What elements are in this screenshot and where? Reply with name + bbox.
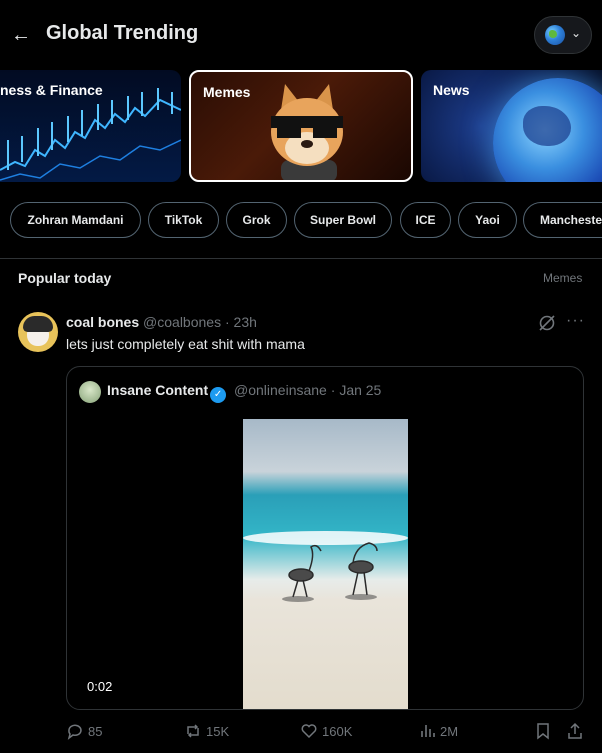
earth-globe-image bbox=[493, 78, 602, 182]
doge-meme-image bbox=[271, 84, 343, 180]
view-count: 2M bbox=[440, 724, 459, 739]
author-handle[interactable]: @coalbones bbox=[143, 314, 221, 330]
heart-icon bbox=[301, 724, 317, 739]
repost-icon bbox=[187, 724, 199, 738]
views-button[interactable]: 2M bbox=[418, 722, 458, 740]
quoted-post-header: Insane Content ✓ @onlineinsane · Jan 25 bbox=[107, 382, 381, 403]
author-name[interactable]: coal bones bbox=[66, 314, 139, 330]
verified-badge-icon: ✓ bbox=[210, 387, 227, 403]
category-label: News bbox=[433, 82, 470, 98]
topic-chip[interactable]: Grok bbox=[226, 202, 287, 238]
reply-button[interactable]: 85 bbox=[66, 722, 102, 740]
share-button[interactable] bbox=[566, 722, 588, 740]
region-selector-button[interactable]: ⌄ bbox=[534, 16, 592, 54]
divider bbox=[0, 258, 602, 259]
category-label: Memes bbox=[203, 84, 251, 100]
like-count: 160K bbox=[322, 724, 353, 739]
author-handle[interactable]: @onlineinsane bbox=[234, 382, 327, 398]
post-actions: 85 15K 160K 2M bbox=[66, 722, 592, 744]
bar-chart-icon bbox=[421, 725, 435, 737]
grok-icon[interactable] bbox=[538, 314, 556, 332]
category-card-memes[interactable]: Memes bbox=[189, 70, 413, 182]
post-header: coal bones @coalbones · 23h bbox=[66, 314, 257, 330]
topic-chip[interactable]: Mancheste bbox=[523, 202, 602, 238]
trending-topics: Zohran Mamdani TikTok Grok Super Bowl IC… bbox=[0, 202, 602, 238]
topic-chip[interactable]: TikTok bbox=[148, 202, 219, 238]
category-label: ness & Finance bbox=[0, 82, 103, 98]
post-date[interactable]: Jan 25 bbox=[339, 382, 381, 398]
globe-icon bbox=[545, 25, 565, 45]
topic-chip[interactable]: Super Bowl bbox=[294, 202, 392, 238]
separator: · bbox=[224, 314, 230, 330]
like-button[interactable]: 160K bbox=[300, 722, 352, 740]
separator: · bbox=[330, 382, 336, 398]
page-title: Global Trending bbox=[46, 22, 199, 44]
share-icon bbox=[568, 722, 582, 739]
category-carousel: ness & Finance Memes News bbox=[0, 70, 602, 182]
post-time[interactable]: 23h bbox=[234, 314, 257, 330]
quoted-post[interactable]: Insane Content ✓ @onlineinsane · Jan 25 0… bbox=[66, 366, 584, 710]
topic-chip[interactable]: ICE bbox=[400, 202, 451, 238]
bookmark-icon bbox=[537, 723, 549, 740]
section-title: Popular today bbox=[18, 270, 112, 286]
more-options-icon[interactable]: ··· bbox=[566, 312, 585, 330]
reply-count: 85 bbox=[88, 724, 103, 739]
video-player[interactable] bbox=[243, 419, 408, 709]
bookmark-button[interactable] bbox=[534, 722, 556, 740]
flamingos-image bbox=[282, 542, 378, 602]
repost-button[interactable]: 15K bbox=[184, 722, 229, 740]
chevron-down-icon: ⌄ bbox=[571, 26, 582, 40]
top-bar: ← Global Trending ⌄ bbox=[0, 0, 602, 68]
reply-icon bbox=[67, 724, 82, 740]
post-text: lets just completely eat shit with mama bbox=[66, 336, 305, 352]
author-name[interactable]: Insane Content bbox=[107, 382, 208, 398]
avatar[interactable] bbox=[79, 381, 101, 403]
repost-count: 15K bbox=[206, 724, 230, 739]
category-card-news[interactable]: News bbox=[421, 70, 602, 182]
section-category-link[interactable]: Memes bbox=[543, 271, 582, 285]
topic-chip[interactable]: Zohran Mamdani bbox=[10, 202, 141, 238]
topic-chip[interactable]: Yaoi bbox=[458, 202, 517, 238]
back-arrow-icon[interactable]: ← bbox=[8, 22, 34, 48]
category-card-finance[interactable]: ness & Finance bbox=[0, 70, 181, 182]
video-timecode: 0:02 bbox=[87, 679, 113, 694]
avatar[interactable] bbox=[18, 312, 58, 352]
